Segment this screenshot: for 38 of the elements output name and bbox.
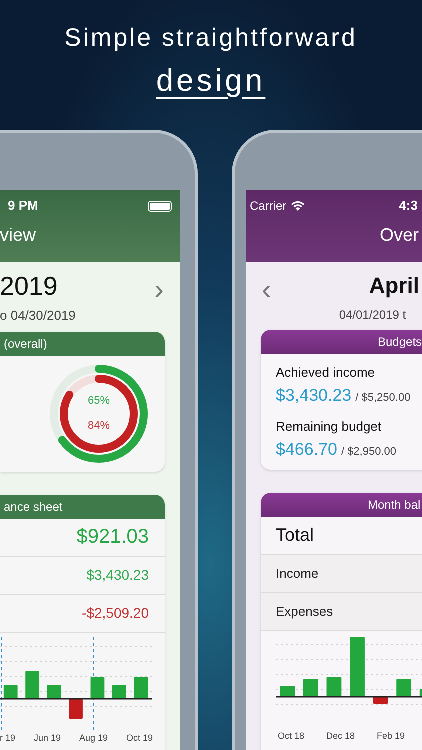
card-title: ance sheet (0, 494, 165, 518)
budget-amount: $466.70 (276, 438, 338, 460)
back-chevron[interactable]: ‹ (262, 274, 272, 306)
card-title: (overall) (0, 332, 165, 356)
axis-label: r 19 (0, 732, 16, 744)
axis-label: Oct 18 (278, 730, 305, 743)
period-title: 2019 (0, 270, 59, 302)
nav-title: view (0, 224, 38, 247)
axis-label: Oct 19 (126, 732, 153, 744)
axis-label: Feb 19 (377, 730, 406, 743)
ring-percentage: 84% (88, 418, 110, 434)
headline: Simple straightforward (64, 23, 358, 54)
budget-label: Achieved income (276, 364, 376, 382)
budget-amount: $3,430.23 (276, 384, 352, 406)
budget-label: Remaining budget (276, 418, 383, 436)
period-title: April (368, 272, 420, 300)
balance-amount: $3,430.23 (86, 566, 149, 584)
card-title: Month bal (261, 493, 422, 517)
axis-label: Dec 18 (326, 730, 356, 743)
period-range: 04/01/2019 t (339, 307, 406, 324)
budget-total: / $2,950.00 (341, 444, 397, 460)
budget-total: / $5,250.00 (356, 390, 411, 406)
balance-label: Total (276, 524, 314, 547)
axis-label: Aug 19 (79, 732, 108, 745)
balance-amount: -$2,509.20 (82, 604, 149, 622)
balance-label: Expenses (276, 602, 334, 621)
nav-title: Over (379, 224, 420, 247)
period-range: o 04/30/2019 (0, 307, 76, 325)
axis-label: Jun 19 (34, 732, 62, 744)
ring-percentage: 65% (88, 394, 110, 409)
next-chevron[interactable]: › (154, 274, 164, 306)
status-time: 4:3 (399, 197, 418, 216)
headline-emphasis: design (156, 62, 266, 100)
balance-amount: $921.03 (76, 525, 149, 550)
carrier-label: Carrier (250, 198, 287, 215)
balance-label: Income (276, 564, 319, 583)
status-time: 9 PM (8, 197, 38, 216)
card-title: Budgets (261, 330, 422, 354)
